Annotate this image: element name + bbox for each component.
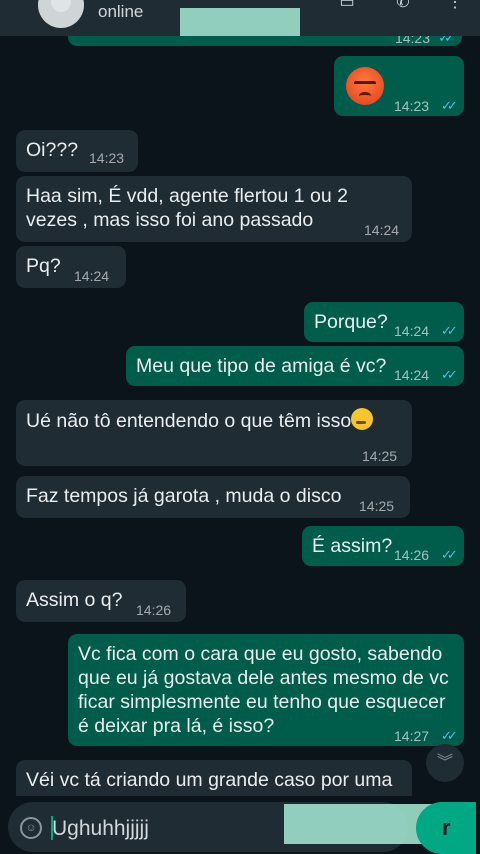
message-incoming[interactable]: Véi vc tá criando um grande caso por uma — [16, 760, 412, 796]
message-outgoing[interactable]: Vc fica com o cara que eu gosto, sabendo… — [68, 634, 464, 746]
video-call-icon[interactable]: ▭ — [336, 0, 358, 12]
message-time: 14:24 — [394, 323, 430, 339]
message-text: Ué não tô entendendo o que têm isso — [26, 410, 352, 432]
message-time: 14:25 — [362, 448, 398, 464]
emoji-icon[interactable]: ☺ — [20, 817, 42, 839]
message-incoming[interactable]: Ué não tô entendendo o que têm isso 14:2… — [16, 400, 412, 466]
more-options-icon[interactable]: ⋮ — [444, 0, 466, 12]
message-text: Faz tempos já garota , muda o disco — [26, 485, 342, 507]
message-incoming[interactable]: Oi??? 14:23 — [16, 130, 138, 172]
contact-status: online — [98, 2, 144, 21]
message-incoming[interactable]: Pq? 14:24 — [16, 246, 126, 288]
message-time: 14:23 — [394, 98, 430, 114]
redacted-contact-name — [180, 8, 300, 36]
message-text: Véi vc tá criando um grande caso por uma — [26, 769, 393, 791]
message-outgoing[interactable]: 14:23 ✓✓ — [68, 36, 462, 46]
angry-face-icon — [346, 67, 384, 105]
message-text: Assim o q? — [26, 589, 123, 611]
message-text: Oi??? — [26, 139, 79, 161]
message-outgoing[interactable]: 14:23 ✓✓ — [334, 56, 464, 116]
read-receipt-icon: ✓✓ — [441, 547, 458, 562]
thinking-face-icon — [351, 408, 374, 430]
chat-header: online ▭ ✆ ⋮ — [0, 0, 480, 36]
contact-avatar[interactable] — [38, 0, 84, 28]
chevrons-down-icon[interactable]: ︾ — [426, 744, 464, 782]
read-receipt-icon: ✓✓ — [438, 36, 455, 45]
phone-icon[interactable]: ✆ — [392, 0, 414, 12]
message-time: 14:23 — [89, 150, 125, 166]
message-incoming[interactable]: Assim o q? 14:26 — [16, 580, 186, 622]
message-time: 14:26 — [394, 547, 430, 563]
message-outgoing[interactable]: Meu que tipo de amiga é vc? 14:24 ✓✓ — [126, 346, 464, 386]
message-input[interactable] — [52, 816, 272, 842]
message-outgoing[interactable]: Porque? 14:24 ✓✓ — [304, 302, 464, 342]
message-incoming[interactable]: Faz tempos já garota , muda o disco 14:2… — [16, 476, 410, 518]
message-time: 14:24 — [394, 367, 430, 383]
redacted-region — [284, 804, 434, 844]
message-incoming[interactable]: Haa sim, É vdd, agente flertou 1 ou 2 ve… — [16, 176, 412, 242]
message-list[interactable]: 14:23 ✓✓ 14:23 ✓✓ Oi??? 14:23 Haa sim, É… — [0, 36, 480, 796]
message-text: Haa sim, É vdd, agente flertou 1 ou 2 ve… — [26, 185, 348, 231]
read-receipt-icon: ✓✓ — [441, 98, 458, 113]
message-text: É assim? — [312, 535, 393, 557]
message-time: 14:24 — [74, 268, 110, 284]
read-receipt-icon: ✓✓ — [441, 367, 458, 382]
send-button[interactable]: r — [416, 802, 476, 854]
message-text: Pq? — [26, 255, 61, 277]
message-time: 14:24 — [364, 222, 400, 238]
message-text: Meu que tipo de amiga é vc? — [136, 355, 387, 377]
read-receipt-icon: ✓✓ — [441, 323, 458, 338]
message-time: 14:23 — [394, 36, 430, 46]
message-time: 14:27 — [394, 728, 430, 744]
message-time: 14:25 — [359, 498, 395, 514]
message-time: 14:26 — [136, 602, 172, 618]
message-text: Porque? — [314, 311, 388, 333]
message-outgoing[interactable]: É assim? 14:26 ✓✓ — [302, 526, 464, 566]
